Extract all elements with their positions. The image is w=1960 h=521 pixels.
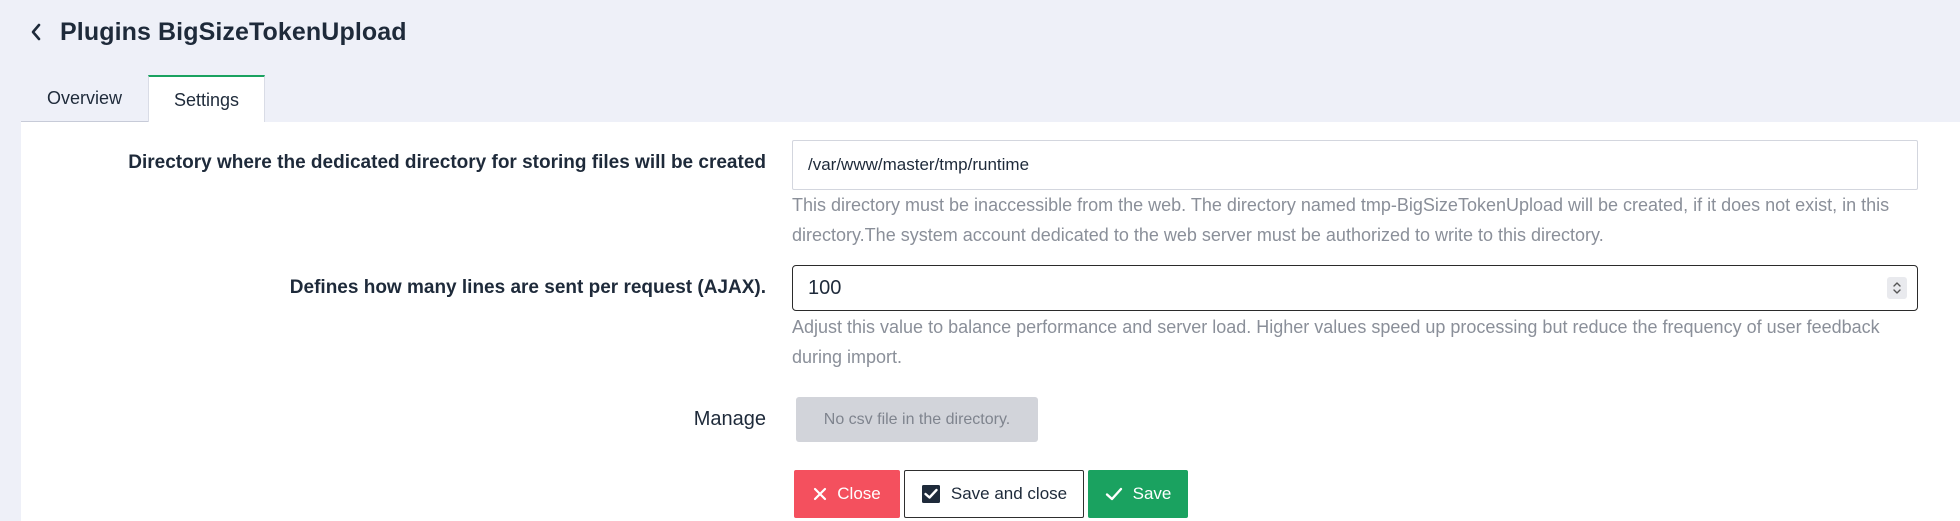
tab-bar: Overview Settings [21, 75, 265, 123]
manage-label: Manage [693, 408, 766, 430]
manage-button: No csv file in the directory. [796, 397, 1038, 442]
check-box-icon [921, 484, 941, 504]
action-bar: Close Save and close Save [794, 470, 1188, 518]
lines-input[interactable] [793, 266, 1887, 310]
save-and-close-button[interactable]: Save and close [904, 470, 1084, 518]
save-button[interactable]: Save [1088, 470, 1188, 518]
directory-label: Directory where the dedicated directory … [128, 152, 766, 173]
lines-help: Adjust this value to balance performance… [792, 317, 1880, 367]
save-and-close-label: Save and close [950, 484, 1068, 503]
page-title: Plugins BigSizeTokenUpload [60, 17, 407, 46]
close-icon [813, 487, 827, 501]
tab-overview[interactable]: Overview [21, 75, 148, 122]
save-label: Save [1132, 484, 1172, 503]
directory-help: This directory must be inaccessible from… [792, 195, 1890, 245]
lines-label: Defines how many lines are sent per requ… [289, 277, 766, 298]
check-icon [1105, 486, 1123, 502]
chevron-left-icon[interactable] [26, 22, 46, 42]
directory-input[interactable] [792, 140, 1918, 190]
page-header: Plugins BigSizeTokenUpload [26, 14, 407, 50]
settings-panel: Directory where the dedicated directory … [21, 122, 1960, 521]
spinner-icon[interactable] [1887, 277, 1907, 299]
close-label: Close [837, 484, 881, 503]
close-button[interactable]: Close [794, 470, 900, 518]
lines-stepper[interactable] [792, 265, 1918, 311]
tab-settings[interactable]: Settings [148, 75, 265, 123]
